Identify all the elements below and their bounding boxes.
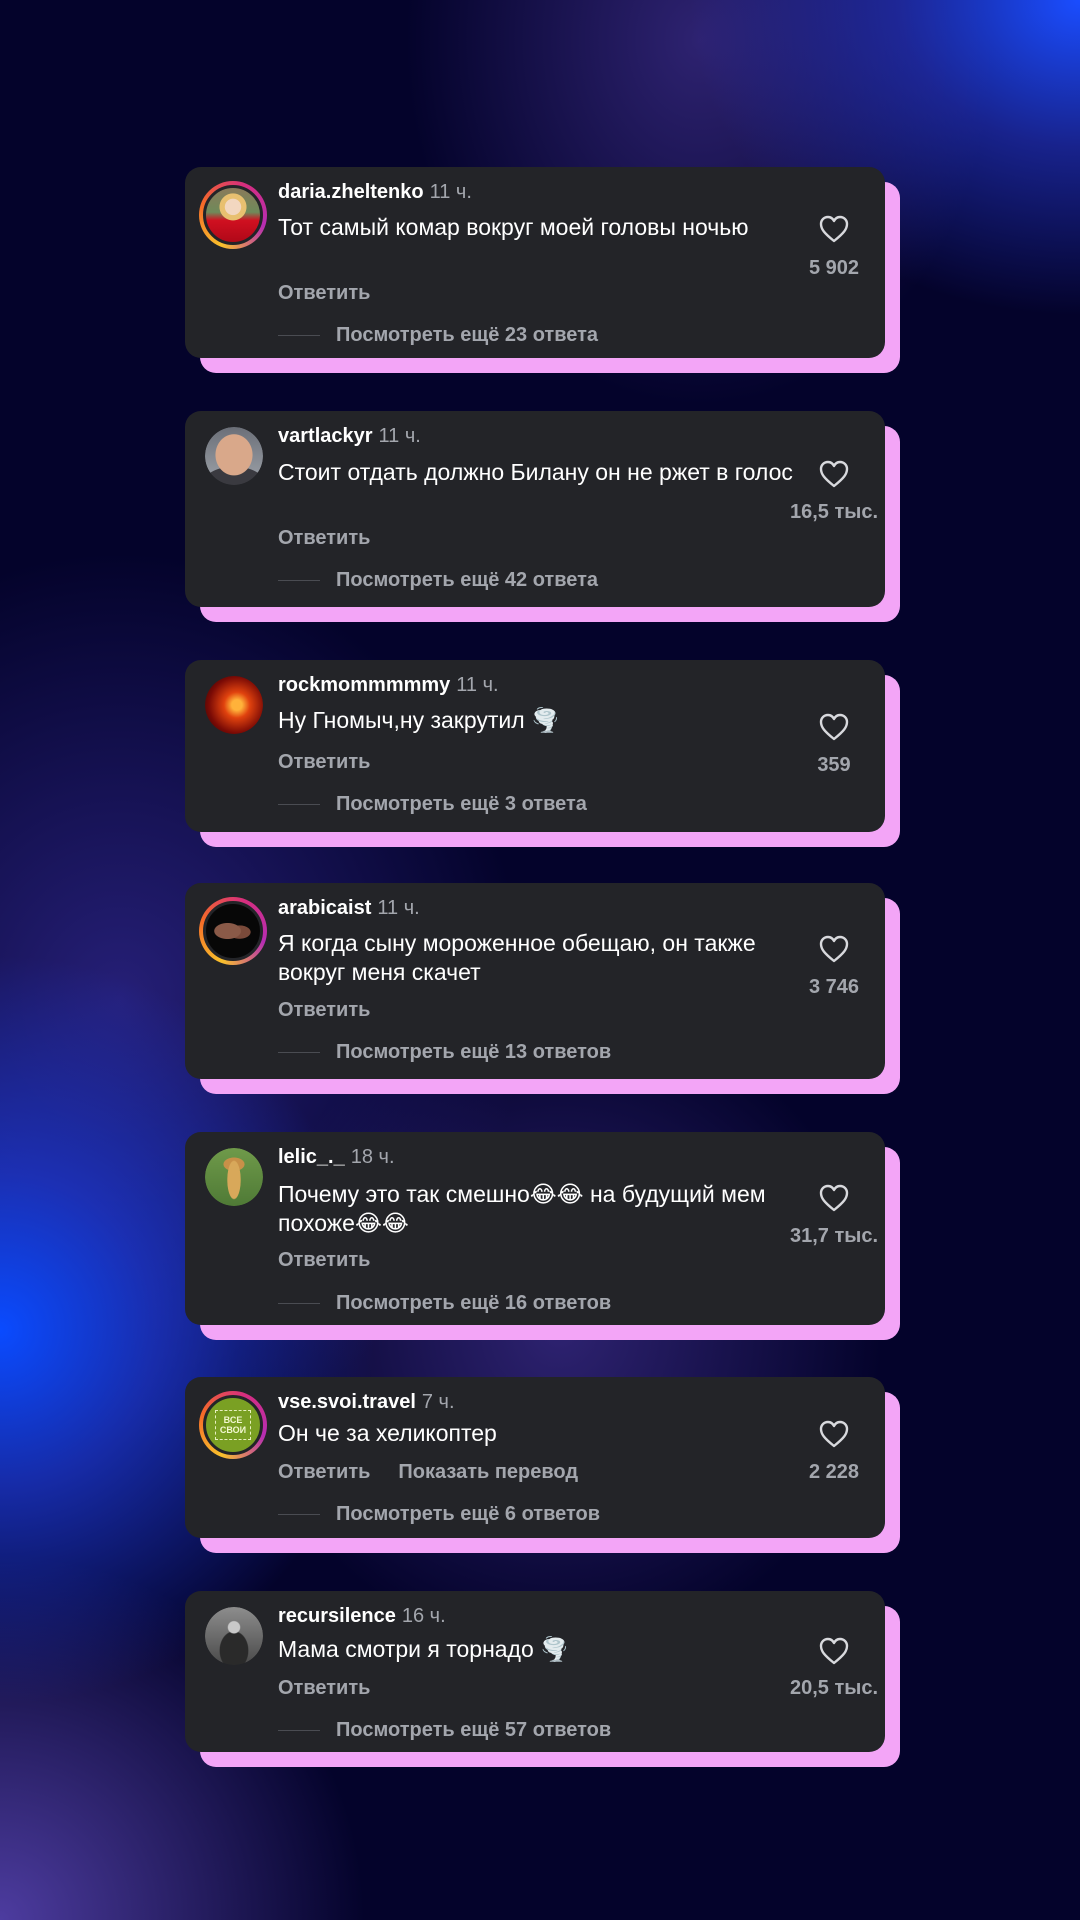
like-count: 31,7 тыс. <box>789 1225 879 1247</box>
comment-body: lelic_._ 18 ч. Почему это так смешно😂😂 на… <box>185 1132 885 1325</box>
view-replies-button[interactable]: Посмотреть ещё 42 ответа <box>278 569 598 592</box>
comment-text: Стоит отдать должно Билану он не ржет в … <box>278 459 793 485</box>
comment-time: 11 ч. <box>456 674 499 696</box>
comment-card: rockmommmmmy 11 ч. Ну Гномыч,ну закрутил … <box>185 660 900 847</box>
comment-text: Ну Гномыч,ну закрутил 🌪️ <box>278 707 560 733</box>
reply-button[interactable]: Ответить <box>278 999 370 1021</box>
like-count: 20,5 тыс. <box>789 1677 879 1699</box>
reply-button[interactable]: Ответить <box>278 1249 370 1271</box>
avatar[interactable] <box>205 676 263 734</box>
like-count: 3 746 <box>808 976 860 998</box>
comment-time: 11 ч. <box>429 181 472 203</box>
like-count: 16,5 тыс. <box>789 501 879 523</box>
comment-time: 11 ч. <box>378 425 421 447</box>
reply-button[interactable]: Ответить <box>278 1677 370 1699</box>
reply-button[interactable]: Ответить <box>278 1461 370 1483</box>
username[interactable]: arabicaist <box>278 897 371 919</box>
heart-icon[interactable] <box>819 1420 849 1448</box>
comment-time: 18 ч. <box>350 1146 395 1168</box>
view-replies-label: Посмотреть ещё 57 ответов <box>336 1719 612 1741</box>
replies-divider <box>278 1730 320 1731</box>
avatar[interactable] <box>205 427 263 485</box>
replies-divider <box>278 1514 320 1515</box>
view-replies-button[interactable]: Посмотреть ещё 6 ответов <box>278 1503 600 1526</box>
heart-icon[interactable] <box>819 215 849 243</box>
heart-icon[interactable] <box>819 1637 849 1665</box>
comment-body: vartlackyr 11 ч. Стоит отдать должно Била… <box>185 411 885 607</box>
username[interactable]: daria.zheltenko <box>278 181 424 203</box>
replies-divider <box>278 1303 320 1304</box>
like-count: 5 902 <box>808 257 860 279</box>
comment-text: Он че за хеликоптер <box>278 1420 497 1446</box>
comment-text: Тот самый комар вокруг моей головы ночью <box>278 214 749 240</box>
replies-divider <box>278 804 320 805</box>
view-replies-button[interactable]: Посмотреть ещё 23 ответа <box>278 324 598 347</box>
avatar[interactable] <box>205 1148 263 1206</box>
comment-text: Мама смотри я торнадо 🌪️ <box>278 1636 569 1662</box>
comment-card: vartlackyr 11 ч. Стоит отдать должно Била… <box>185 411 900 622</box>
like-count: 359 <box>817 754 851 776</box>
heart-icon[interactable] <box>819 1184 849 1212</box>
like-count: 2 228 <box>808 1461 860 1483</box>
comment-card: lelic_._ 18 ч. Почему это так смешно😂😂 на… <box>185 1132 900 1340</box>
heart-icon[interactable] <box>819 935 849 963</box>
comment-card: ВСЕ СВОИ vse.svoi.travel 7 ч. Он че за хе… <box>185 1377 900 1553</box>
avatar[interactable] <box>199 181 267 249</box>
view-replies-label: Посмотреть ещё 13 ответов <box>336 1041 612 1063</box>
view-replies-label: Посмотреть ещё 16 ответов <box>336 1292 612 1314</box>
avatar[interactable] <box>205 1607 263 1665</box>
view-replies-label: Посмотреть ещё 6 ответов <box>336 1503 601 1525</box>
reply-button[interactable]: Ответить <box>278 751 370 773</box>
view-replies-label: Посмотреть ещё 23 ответа <box>336 324 599 346</box>
view-replies-button[interactable]: Посмотреть ещё 57 ответов <box>278 1719 611 1742</box>
view-replies-label: Посмотреть ещё 42 ответа <box>336 569 599 591</box>
comment-card: arabicaist 11 ч. Я когда сыну мороженное … <box>185 883 900 1094</box>
comment-body: rockmommmmmy 11 ч. Ну Гномыч,ну закрутил … <box>185 660 885 832</box>
vse-svoi-logo-icon: ВСЕ СВОИ <box>215 1410 251 1440</box>
comment-body: recursilence 16 ч. Мама смотри я торнадо … <box>185 1591 885 1752</box>
comment-text: Я когда сыну мороженное обещаю, он также… <box>278 930 756 985</box>
username[interactable]: recursilence <box>278 1605 396 1627</box>
replies-divider <box>278 1052 320 1053</box>
view-replies-button[interactable]: Посмотреть ещё 16 ответов <box>278 1292 611 1315</box>
view-replies-label: Посмотреть ещё 3 ответа <box>336 793 587 815</box>
replies-divider <box>278 580 320 581</box>
comment-time: 16 ч. <box>401 1605 446 1627</box>
view-replies-button[interactable]: Посмотреть ещё 13 ответов <box>278 1041 611 1064</box>
avatar[interactable]: ВСЕ СВОИ <box>199 1391 267 1459</box>
comment-text: Почему это так смешно😂😂 на будущий мем п… <box>278 1181 766 1236</box>
replies-divider <box>278 335 320 336</box>
comment-body: arabicaist 11 ч. Я когда сыну мороженное … <box>185 883 885 1079</box>
show-translation-button[interactable]: Показать перевод <box>398 1461 578 1483</box>
username[interactable]: vse.svoi.travel <box>278 1391 416 1413</box>
username[interactable]: vartlackyr <box>278 425 373 447</box>
reply-button[interactable]: Ответить <box>278 282 370 304</box>
username[interactable]: lelic_._ <box>278 1146 345 1168</box>
heart-icon[interactable] <box>819 713 849 741</box>
comment-card: daria.zheltenko 11 ч. Тот самый комар вок… <box>185 167 900 373</box>
username[interactable]: rockmommmmmy <box>278 674 450 696</box>
comment-body: ВСЕ СВОИ vse.svoi.travel 7 ч. Он че за хе… <box>185 1377 885 1538</box>
view-replies-button[interactable]: Посмотреть ещё 3 ответа <box>278 793 587 816</box>
comment-time: 11 ч. <box>377 897 420 919</box>
avatar[interactable] <box>199 897 267 965</box>
comment-body: daria.zheltenko 11 ч. Тот самый комар вок… <box>185 167 885 358</box>
heart-icon[interactable] <box>819 460 849 488</box>
comment-time: 7 ч. <box>421 1391 455 1413</box>
reply-button[interactable]: Ответить <box>278 527 370 549</box>
comment-card: recursilence 16 ч. Мама смотри я торнадо … <box>185 1591 900 1767</box>
